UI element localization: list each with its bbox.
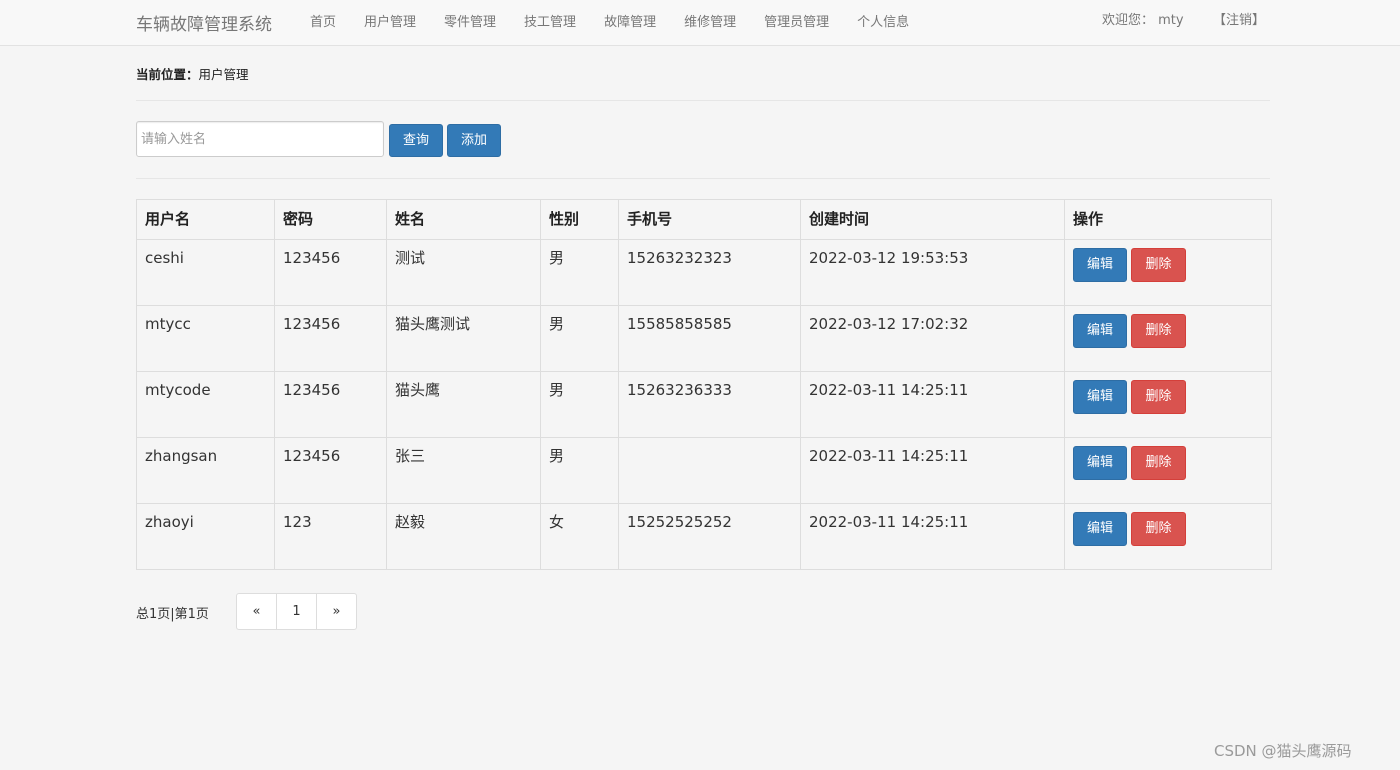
cell-phone: 15585858585: [618, 305, 801, 372]
cell-gender: 女: [540, 503, 619, 570]
delete-button[interactable]: 删除: [1131, 314, 1186, 348]
cell-created-time: 2022-03-12 17:02:32: [800, 305, 1065, 372]
cell-created-time: 2022-03-12 19:53:53: [800, 239, 1065, 306]
app-brand[interactable]: 车辆故障管理系统: [136, 10, 272, 35]
delete-button[interactable]: 删除: [1131, 446, 1186, 480]
cell-gender: 男: [540, 239, 619, 306]
table-row: zhaoyi 123 赵毅 女 15252525252 2022-03-11 1…: [136, 503, 1272, 570]
logout-link[interactable]: 【注销】: [1213, 0, 1265, 42]
cell-actions: 编辑 删除: [1064, 239, 1272, 306]
divider-top: [136, 100, 1270, 101]
table-row: zhangsan 123456 张三 男 2022-03-11 14:25:11…: [136, 437, 1272, 504]
cell-name: 猫头鹰: [386, 371, 541, 438]
watermark-text: CSDN @猫头鹰源码: [1214, 742, 1352, 760]
delete-button[interactable]: 删除: [1131, 248, 1186, 282]
divider-bottom: [136, 178, 1270, 179]
edit-button[interactable]: 编辑: [1073, 446, 1127, 480]
cell-password: 123456: [274, 437, 387, 504]
nav-item-mechanic-management[interactable]: 技工管理: [510, 0, 590, 45]
nav-item-user-management[interactable]: 用户管理: [350, 0, 430, 45]
edit-button[interactable]: 编辑: [1073, 380, 1127, 414]
cell-username: zhangsan: [136, 437, 275, 504]
edit-button[interactable]: 编辑: [1073, 248, 1127, 282]
pagination-next[interactable]: »: [316, 593, 357, 630]
cell-password: 123456: [274, 239, 387, 306]
breadcrumb-current: 用户管理: [198, 67, 249, 82]
header-created-time: 创建时间: [800, 199, 1065, 240]
header-name: 姓名: [386, 199, 541, 240]
cell-actions: 编辑 删除: [1064, 305, 1272, 372]
cell-username: zhaoyi: [136, 503, 275, 570]
cell-name: 赵毅: [386, 503, 541, 570]
cell-actions: 编辑 删除: [1064, 437, 1272, 504]
cell-name: 测试: [386, 239, 541, 306]
cell-phone: 15263236333: [618, 371, 801, 438]
top-navbar: 车辆故障管理系统 首页 用户管理 零件管理 技工管理 故障管理 维修管理 管理员…: [0, 0, 1400, 46]
pagination: « 1 »: [236, 593, 357, 630]
nav-item-parts-management[interactable]: 零件管理: [430, 0, 510, 45]
header-password: 密码: [274, 199, 387, 240]
table-header-row: 用户名 密码 姓名 性别 手机号 创建时间 操作: [136, 199, 1272, 240]
page-info: 总1页|第1页: [136, 607, 209, 622]
table-row: ceshi 123456 测试 男 15263232323 2022-03-12…: [136, 239, 1272, 306]
cell-phone: [618, 437, 801, 504]
delete-button[interactable]: 删除: [1131, 512, 1186, 546]
header-actions: 操作: [1064, 199, 1272, 240]
main-nav: 首页 用户管理 零件管理 技工管理 故障管理 维修管理 管理员管理 个人信息: [296, 0, 923, 45]
header-username: 用户名: [136, 199, 275, 240]
nav-item-profile[interactable]: 个人信息: [843, 0, 923, 45]
cell-gender: 男: [540, 305, 619, 372]
nav-item-home[interactable]: 首页: [296, 0, 350, 45]
cell-password: 123456: [274, 371, 387, 438]
cell-created-time: 2022-03-11 14:25:11: [800, 371, 1065, 438]
pagination-prev[interactable]: «: [236, 593, 277, 630]
edit-button[interactable]: 编辑: [1073, 314, 1127, 348]
pagination-page-1[interactable]: 1: [276, 593, 317, 630]
cell-created-time: 2022-03-11 14:25:11: [800, 503, 1065, 570]
nav-item-repair-management[interactable]: 维修管理: [670, 0, 750, 45]
cell-password: 123456: [274, 305, 387, 372]
cell-created-time: 2022-03-11 14:25:11: [800, 437, 1065, 504]
cell-name: 张三: [386, 437, 541, 504]
cell-actions: 编辑 删除: [1064, 503, 1272, 570]
cell-username: mtycode: [136, 371, 275, 438]
table-row: mtycc 123456 猫头鹰测试 男 15585858585 2022-03…: [136, 305, 1272, 372]
edit-button[interactable]: 编辑: [1073, 512, 1127, 546]
add-button[interactable]: 添加: [447, 124, 501, 157]
name-search-input[interactable]: [136, 121, 384, 157]
header-gender: 性别: [540, 199, 619, 240]
cell-password: 123: [274, 503, 387, 570]
nav-item-fault-management[interactable]: 故障管理: [590, 0, 670, 45]
cell-actions: 编辑 删除: [1064, 371, 1272, 438]
cell-gender: 男: [540, 437, 619, 504]
nav-item-admin-management[interactable]: 管理员管理: [750, 0, 843, 45]
delete-button[interactable]: 删除: [1131, 380, 1186, 414]
cell-gender: 男: [540, 371, 619, 438]
cell-name: 猫头鹰测试: [386, 305, 541, 372]
cell-username: ceshi: [136, 239, 275, 306]
cell-phone: 15252525252: [618, 503, 801, 570]
cell-username: mtycc: [136, 305, 275, 372]
breadcrumb-label: 当前位置：: [136, 67, 199, 82]
breadcrumb: 当前位置：用户管理: [136, 64, 249, 83]
header-phone: 手机号: [618, 199, 801, 240]
cell-phone: 15263232323: [618, 239, 801, 306]
table-row: mtycode 123456 猫头鹰 男 15263236333 2022-03…: [136, 371, 1272, 438]
user-table: 用户名 密码 姓名 性别 手机号 创建时间 操作 ceshi 123456 测试…: [136, 199, 1272, 570]
query-button[interactable]: 查询: [389, 124, 443, 157]
welcome-text: 欢迎您： mty: [1102, 13, 1184, 28]
